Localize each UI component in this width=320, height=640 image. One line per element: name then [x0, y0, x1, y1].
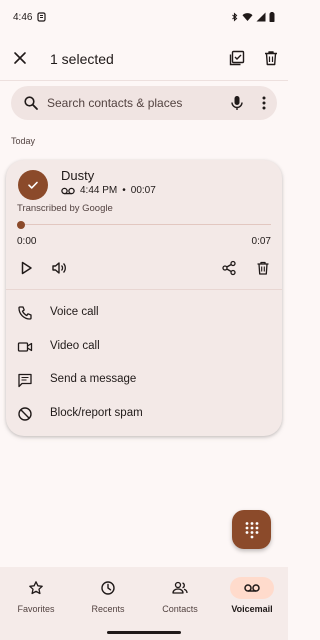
select-all-icon: [229, 50, 245, 66]
nav-label: Contacts: [162, 604, 198, 614]
search-bar[interactable]: [11, 86, 277, 120]
dialpad-fab[interactable]: [232, 510, 271, 549]
share-icon: [222, 260, 236, 276]
more-vert-icon[interactable]: [261, 95, 267, 111]
videocam-icon: [17, 342, 33, 352]
call-time: 4:44 PM: [80, 185, 118, 196]
dialpad-icon: [245, 521, 258, 538]
video-call-action[interactable]: Video call: [6, 331, 282, 363]
share-button[interactable]: [221, 260, 237, 276]
caller-name: Dusty: [61, 168, 95, 183]
nav-label: Favorites: [17, 604, 55, 614]
nav-contacts[interactable]: Contacts: [144, 575, 216, 625]
action-label: Video call: [50, 340, 100, 352]
battery-icon: [269, 12, 275, 22]
search-input[interactable]: [47, 93, 207, 113]
trash-icon: [265, 51, 277, 66]
playback-time-end: 0:07: [251, 236, 271, 247]
nav-voicemail[interactable]: Voicemail: [216, 575, 288, 625]
nav-label: Recents: [91, 604, 125, 614]
play-icon: [21, 261, 32, 275]
nav-label: Voicemail: [231, 604, 273, 614]
call-duration: 00:07: [130, 185, 156, 196]
playback-slider[interactable]: [17, 221, 271, 229]
active-indicator: [230, 577, 274, 599]
voicemail-icon: [244, 584, 260, 592]
notification-icon: [37, 12, 47, 22]
people-icon: [172, 581, 188, 594]
call-meta: 4:44 PM • 00:07: [61, 185, 156, 196]
select-all-button[interactable]: [228, 49, 246, 67]
selected-avatar[interactable]: [18, 170, 48, 200]
send-message-action[interactable]: Send a message: [6, 364, 282, 396]
gesture-handle: [107, 631, 181, 634]
voicemail-card[interactable]: Dusty 4:44 PM • 00:07 Transcribed by Goo…: [6, 160, 282, 436]
close-icon: [14, 52, 26, 64]
star-icon: [29, 581, 43, 595]
status-time: 4:46: [13, 11, 33, 23]
action-label: Block/report spam: [50, 407, 143, 419]
selection-count-title: 1 selected: [50, 51, 114, 67]
mic-icon[interactable]: [230, 95, 244, 111]
search-icon: [24, 96, 38, 110]
transcription-note: Transcribed by Google: [17, 203, 113, 214]
bluetooth-icon: [231, 12, 239, 22]
status-bar: 4:46: [0, 0, 288, 34]
action-label: Send a message: [50, 373, 137, 385]
slider-thumb[interactable]: [17, 221, 25, 229]
trash-icon: [257, 261, 269, 275]
voicemail-icon: [61, 187, 75, 194]
volume-icon: [52, 262, 66, 274]
app-bar-divider: [0, 80, 288, 81]
phone-icon: [18, 306, 32, 320]
delete-voicemail-button[interactable]: [255, 260, 271, 276]
wifi-icon: [242, 12, 253, 22]
section-header-today: Today: [11, 136, 36, 146]
action-label: Voice call: [50, 306, 99, 318]
check-icon: [28, 181, 38, 189]
message-icon: [18, 373, 32, 388]
selection-app-bar: 1 selected: [0, 40, 288, 78]
voice-call-action[interactable]: Voice call: [6, 297, 282, 329]
block-icon: [18, 407, 32, 421]
play-button[interactable]: [18, 260, 34, 276]
nav-recents[interactable]: Recents: [72, 575, 144, 625]
card-divider: [6, 289, 282, 290]
clock-icon: [101, 581, 115, 595]
nav-favorites[interactable]: Favorites: [0, 575, 72, 625]
meta-separator: •: [122, 185, 126, 196]
delete-selected-button[interactable]: [262, 49, 280, 67]
playback-time-start: 0:00: [17, 236, 37, 247]
block-spam-action[interactable]: Block/report spam: [6, 398, 282, 430]
slider-track: [17, 224, 271, 225]
bottom-navigation: Favorites Recents Contacts Voicemail: [0, 567, 288, 640]
signal-icon: [256, 12, 266, 22]
speaker-button[interactable]: [51, 260, 67, 276]
close-selection-button[interactable]: [11, 49, 29, 67]
